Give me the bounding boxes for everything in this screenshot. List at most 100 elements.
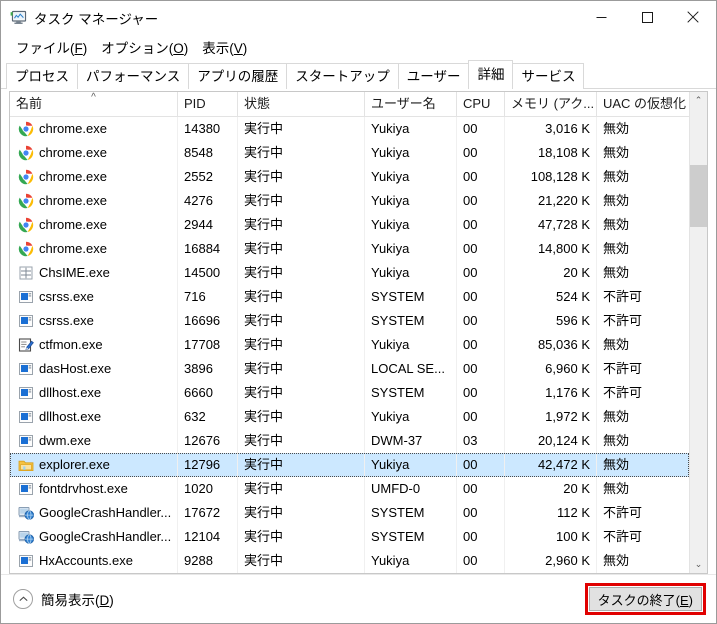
cell-cpu: 00 (457, 189, 505, 213)
chevron-up-icon (13, 589, 33, 609)
cell-mem: 1,176 K (505, 381, 597, 405)
table-row[interactable]: chrome.exe 16884 実行中 Yukiya 00 14,800 K 無効 (10, 237, 689, 261)
column-header-row: 名前 ^ PID 状態 ユーザー名 CPU メモリ (アク... UAC の仮想化 (10, 92, 689, 117)
cell-user: Yukiya (365, 237, 457, 261)
column-header-mem[interactable]: メモリ (アク... (505, 92, 597, 116)
menu-file[interactable]: ファイル(F) (9, 35, 94, 59)
scroll-down-icon[interactable]: ⌄ (690, 556, 707, 573)
end-task-tail: ) (688, 592, 693, 608)
tab-1[interactable]: プロセス (6, 63, 78, 89)
column-header-state[interactable]: 状態 (238, 92, 365, 116)
cell-user: Yukiya (365, 333, 457, 357)
cell-name: GoogleCrashHandler.... (10, 501, 178, 525)
table-row[interactable]: dllhost.exe 632 実行中 Yukiya 00 1,972 K 無効 (10, 405, 689, 429)
tab-3[interactable]: アプリの履歴 (188, 63, 288, 89)
cell-mem: 3,016 K (505, 117, 597, 141)
table-row[interactable]: dasHost.exe 3896 実行中 LOCAL SE... 00 6,960 K 不許… (10, 357, 689, 381)
cell-name: csrss.exe (10, 309, 178, 333)
cell-pid: 12104 (178, 525, 238, 549)
column-header-uac[interactable]: UAC の仮想化 (597, 92, 689, 116)
process-name: GoogleCrashHandler.... (39, 505, 171, 520)
tab-7[interactable]: サービス (512, 63, 585, 89)
cell-mem: 21,220 K (505, 189, 597, 213)
cell-state: 実行中 (238, 309, 365, 333)
scrollbar-track[interactable] (690, 109, 707, 556)
cell-state: 実行中 (238, 477, 365, 501)
crash-handler-icon (18, 505, 35, 521)
table-row[interactable]: GoogleCrashHandler... 12104 実行中 SYSTEM 00 100… (10, 525, 689, 549)
cell-pid: 14500 (178, 261, 238, 285)
table-row[interactable]: dllhost.exe 6660 実行中 SYSTEM 00 1,176 K 不許可 (10, 381, 689, 405)
task-manager-window: タスク マネージャー ファイル(F) オプション(O) 表示(V) プロセス パフ… (0, 0, 717, 624)
cell-state: 実行中 (238, 189, 365, 213)
menu-bar: ファイル(F) オプション(O) 表示(V) (1, 34, 716, 60)
cell-name: explorer.exe (10, 453, 178, 477)
tab-4[interactable]: スタートアップ (286, 63, 399, 89)
column-header-pid[interactable]: PID (178, 92, 238, 116)
cell-name: chrome.exe (10, 189, 178, 213)
menu-options[interactable]: オプション(O) (94, 35, 195, 59)
table-row[interactable]: HxAccounts.exe 9288 実行中 Yukiya 00 2,960 K 無効 (10, 549, 689, 573)
close-button[interactable] (670, 1, 716, 33)
end-task-button[interactable]: タスクの終了(E) (588, 587, 702, 611)
cell-user: Yukiya (365, 141, 457, 165)
table-row[interactable]: fontdrvhost.exe 1020 実行中 UMFD-0 00 20 K 無効 (10, 477, 689, 501)
cell-pid: 8548 (178, 141, 238, 165)
table-row[interactable]: explorer.exe 12796 実行中 Yukiya 00 42,472 K 無効 (10, 453, 689, 477)
cell-user: Yukiya (365, 165, 457, 189)
column-header-label: 名前 (16, 96, 43, 111)
cell-name: dwm.exe (10, 429, 178, 453)
table-row[interactable]: chrome.exe 4276 実行中 Yukiya 00 21,220 K 無効 (10, 189, 689, 213)
maximize-button[interactable] (624, 1, 670, 33)
column-header-name[interactable]: 名前 ^ (10, 92, 178, 116)
column-header-user[interactable]: ユーザー名 (365, 92, 457, 116)
table-row[interactable]: chrome.exe 2944 実行中 Yukiya 00 47,728 K 無効 (10, 213, 689, 237)
cell-state: 実行中 (238, 333, 365, 357)
menu-options-tail: ) (183, 41, 189, 56)
table-row[interactable]: ChsIME.exe 14500 実行中 Yukiya 00 20 K 無効 (10, 261, 689, 285)
cell-pid: 14380 (178, 117, 238, 141)
vertical-scrollbar[interactable]: ⌃ ⌄ (689, 92, 707, 573)
tab-6[interactable]: 詳細 (468, 60, 514, 89)
cell-cpu: 00 (457, 381, 505, 405)
menu-view[interactable]: 表示(V) (195, 35, 254, 59)
table-row[interactable]: GoogleCrashHandler.... 17672 実行中 SYSTEM 00 11… (10, 501, 689, 525)
folder-icon (18, 457, 34, 473)
menu-file-accel: F (74, 41, 83, 56)
minimize-button[interactable] (578, 1, 624, 33)
cell-cpu: 00 (457, 405, 505, 429)
cell-name: ctfmon.exe (10, 333, 178, 357)
menu-options-label: オプション( (101, 41, 174, 56)
table-row[interactable]: chrome.exe 2552 実行中 Yukiya 00 108,128 K 無効 (10, 165, 689, 189)
table-row[interactable]: dwm.exe 12676 実行中 DWM-37 03 20,124 K 無効 (10, 429, 689, 453)
cell-mem: 112 K (505, 501, 597, 525)
cell-pid: 16884 (178, 237, 238, 261)
table-row[interactable]: csrss.exe 716 実行中 SYSTEM 00 524 K 不許可 (10, 285, 689, 309)
table-row[interactable]: csrss.exe 16696 実行中 SYSTEM 00 596 K 不許可 (10, 309, 689, 333)
task-manager-icon (10, 9, 27, 26)
cell-state: 実行中 (238, 117, 365, 141)
cell-pid: 12796 (178, 453, 238, 477)
process-name: fontdrvhost.exe (39, 481, 128, 496)
cell-name: csrss.exe (10, 285, 178, 309)
menu-file-label: ファイル( (16, 41, 75, 56)
generic-exe-icon (18, 553, 34, 569)
title-bar: タスク マネージャー (1, 1, 716, 34)
tab-5[interactable]: ユーザー (397, 63, 470, 89)
cell-user: SYSTEM (365, 501, 457, 525)
chrome-icon (18, 121, 34, 137)
scrollbar-thumb[interactable] (690, 165, 707, 227)
table-row[interactable]: chrome.exe 8548 実行中 Yukiya 00 18,108 K 無効 (10, 141, 689, 165)
fewer-details-button[interactable]: 簡易表示(D) (13, 589, 114, 609)
cell-name: HxAccounts.exe (10, 549, 178, 573)
column-header-cpu[interactable]: CPU (457, 92, 505, 116)
cell-mem: 524 K (505, 285, 597, 309)
cell-cpu: 00 (457, 501, 505, 525)
table-row[interactable]: chrome.exe 14380 実行中 Yukiya 00 3,016 K 無効 (10, 117, 689, 141)
table-row[interactable]: ctfmon.exe 17708 実行中 Yukiya 00 85,036 K 無効 (10, 333, 689, 357)
cell-cpu: 00 (457, 213, 505, 237)
scroll-up-icon[interactable]: ⌃ (690, 92, 707, 109)
cell-mem: 596 K (505, 309, 597, 333)
tab-label: アプリの履歴 (197, 69, 279, 84)
tab-2[interactable]: パフォーマンス (77, 63, 190, 89)
